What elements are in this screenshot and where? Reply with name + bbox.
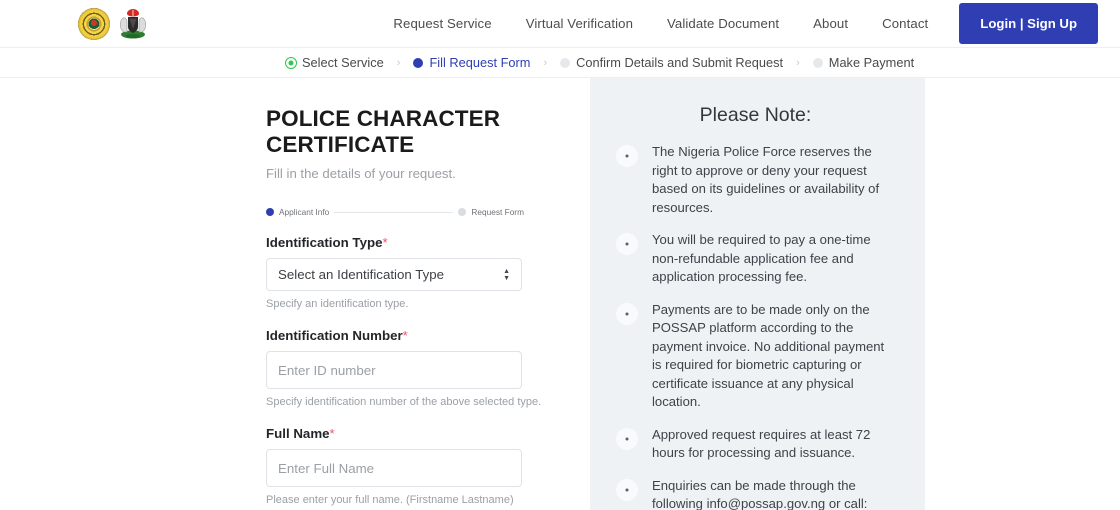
note-text: Approved request requires at least 72 ho… [652, 426, 895, 463]
main-navigation: Request Service Virtual Verification Val… [376, 3, 1120, 44]
substep-label: Applicant Info [279, 207, 329, 217]
select-value: Select an Identification Type [278, 267, 444, 282]
field-label: Identification Number* [266, 328, 590, 343]
required-marker: * [330, 426, 335, 441]
step-current-icon [413, 58, 423, 68]
bullet-icon [616, 303, 638, 325]
field-identification-number: Identification Number* Specify identific… [266, 328, 590, 408]
login-signup-button[interactable]: Login | Sign Up [959, 3, 1098, 44]
step-pending-icon [560, 58, 570, 68]
step-confirm-details[interactable]: Confirm Details and Submit Request [560, 55, 783, 70]
notes-title: Please Note: [616, 104, 895, 127]
step-label: Confirm Details and Submit Request [576, 55, 783, 70]
nigeria-coat-of-arms-icon [116, 8, 150, 40]
request-form-column: POLICE CHARACTER CERTIFICATE Fill in the… [0, 78, 590, 510]
nav-item-virtual-verification[interactable]: Virtual Verification [509, 16, 650, 31]
note-text: Enquiries can be made through the follow… [652, 477, 895, 510]
step-pending-icon [813, 58, 823, 68]
identification-number-input[interactable] [266, 351, 522, 389]
field-help-text: Specify identification number of the abo… [266, 396, 590, 408]
note-item: Enquiries can be made through the follow… [616, 477, 895, 510]
nav-item-request-service[interactable]: Request Service [376, 16, 508, 31]
field-help-text: Specify an identification type. [266, 298, 590, 310]
form-substepper: Applicant Info Request Form [266, 207, 524, 217]
page-title: POLICE CHARACTER CERTIFICATE [266, 106, 590, 158]
bullet-icon [616, 233, 638, 255]
step-label: Select Service [302, 55, 384, 70]
nav-item-about[interactable]: About [796, 16, 865, 31]
field-help-text: Please enter your full name. (Firstname … [266, 494, 590, 506]
substep-request-form[interactable]: Request Form [458, 207, 524, 217]
substep-label: Request Form [471, 207, 524, 217]
chevron-right-icon: › [384, 57, 414, 69]
required-marker: * [403, 328, 408, 343]
chevron-updown-icon: ▲▼ [503, 269, 510, 281]
nav-item-validate-document[interactable]: Validate Document [650, 16, 796, 31]
note-item: Approved request requires at least 72 ho… [616, 426, 895, 463]
note-text: You will be required to pay a one-time n… [652, 231, 895, 287]
label-text: Identification Number [266, 328, 403, 343]
progress-breadcrumb: Select Service › Fill Request Form › Con… [0, 47, 1120, 78]
please-note-panel: Please Note: The Nigeria Police Force re… [590, 78, 925, 510]
full-name-input[interactable] [266, 449, 522, 487]
note-text: The Nigeria Police Force reserves the ri… [652, 143, 895, 217]
note-item: Payments are to be made only on the POSS… [616, 301, 895, 412]
label-text: Identification Type [266, 235, 382, 250]
page-body: POLICE CHARACTER CERTIFICATE Fill in the… [0, 78, 1120, 510]
bullet-icon [616, 145, 638, 167]
note-item: The Nigeria Police Force reserves the ri… [616, 143, 895, 217]
step-make-payment[interactable]: Make Payment [813, 55, 914, 70]
step-fill-request-form[interactable]: Fill Request Form [413, 55, 530, 70]
field-identification-type: Identification Type* Select an Identific… [266, 235, 590, 310]
step-label: Make Payment [829, 55, 914, 70]
site-header: Request Service Virtual Verification Val… [0, 0, 1120, 47]
substep-connector [334, 212, 453, 213]
chevron-right-icon: › [530, 57, 560, 69]
step-complete-icon [286, 58, 296, 68]
nav-item-contact[interactable]: Contact [865, 16, 945, 31]
bullet-icon [616, 479, 638, 501]
step-select-service[interactable]: Select Service [286, 55, 384, 70]
field-full-name: Full Name* Please enter your full name. … [266, 426, 590, 506]
field-label: Identification Type* [266, 235, 590, 250]
required-marker: * [382, 235, 387, 250]
identification-type-select[interactable]: Select an Identification Type ▲▼ [266, 258, 522, 291]
note-text: Payments are to be made only on the POSS… [652, 301, 895, 412]
note-item: You will be required to pay a one-time n… [616, 231, 895, 287]
bullet-icon [616, 428, 638, 450]
page-subtitle: Fill in the details of your request. [266, 166, 590, 181]
substep-inactive-icon [458, 208, 466, 216]
substep-active-icon [266, 208, 274, 216]
police-seal-icon [78, 8, 110, 40]
field-label: Full Name* [266, 426, 590, 441]
substep-applicant-info[interactable]: Applicant Info [266, 207, 329, 217]
step-label: Fill Request Form [429, 55, 530, 70]
brand-logos[interactable] [78, 8, 150, 40]
label-text: Full Name [266, 426, 330, 441]
chevron-right-icon: › [783, 57, 813, 69]
